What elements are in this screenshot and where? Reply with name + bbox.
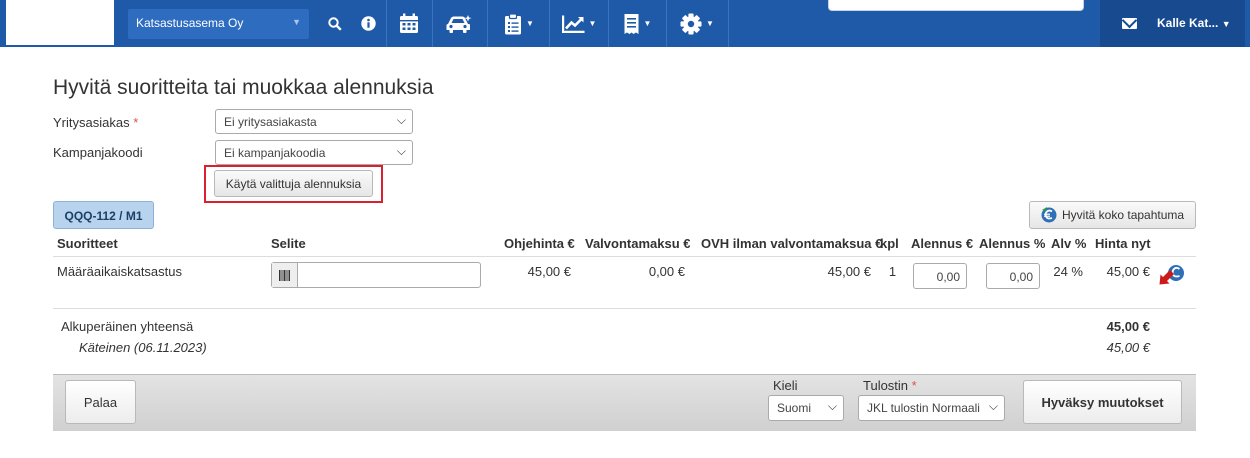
chevron-down-icon: ▼: [1221, 19, 1231, 29]
top-navbar: Katsastusasema Oy ▼ ▼ ▼ ▼ ▼ Kalle Kat...…: [0, 0, 1250, 47]
nav-separator: [666, 0, 667, 47]
row-service: Määräaikaiskatsastus: [57, 264, 182, 279]
back-button[interactable]: Palaa: [65, 380, 136, 424]
col-vat-free-price: OVH ilman valvontamaksua €: [701, 236, 883, 251]
mail-icon[interactable]: [1122, 18, 1137, 29]
clipboard-menu[interactable]: ▼: [497, 0, 541, 47]
company-select[interactable]: Katsastusasema Oy ▼: [128, 9, 309, 39]
company-customer-value: Ei yritysasiakasta: [224, 115, 317, 129]
printer-label: Tulostin *: [863, 378, 917, 393]
row-price-now: 45,00 €: [1106, 264, 1150, 279]
nav-separator: [432, 0, 433, 47]
row-qty: 1: [888, 264, 897, 279]
language-select[interactable]: Suomi ⌵: [768, 395, 844, 421]
col-service: Suoritteet: [57, 236, 118, 251]
discount-pct-input[interactable]: 0,00: [986, 263, 1040, 289]
original-total-label: Alkuperäinen yhteensä: [61, 319, 194, 334]
barcode-icon[interactable]: [272, 263, 298, 287]
credit-whole-event-label: Hyvitä koko tapahtuma: [1062, 208, 1185, 222]
payment-value: 45,00 €: [1106, 340, 1150, 355]
campaign-code-value: Ei kampanjakoodia: [224, 146, 326, 160]
table-divider: [53, 308, 1196, 309]
clipboard-icon: [505, 12, 522, 34]
nav-separator: [386, 0, 387, 47]
chart-icon: [561, 15, 585, 33]
user-name[interactable]: Kalle Kat... ▼: [1157, 16, 1231, 30]
chevron-down-icon: ▼: [526, 19, 534, 28]
row-list-price: 45,00 €: [527, 264, 571, 279]
chevron-down-icon: ⌵: [827, 399, 837, 413]
chevron-down-icon: ▼: [588, 19, 597, 28]
search-icon[interactable]: [324, 0, 346, 47]
company-select-value: Katsastusasema Oy: [136, 16, 244, 30]
global-search-field[interactable]: [828, 0, 1084, 11]
company-customer-label: Yritysasiakas *: [53, 115, 139, 130]
table-divider: [53, 256, 1196, 257]
payment-label: Käteinen (06.11.2023): [79, 340, 207, 355]
row-vat-free-price: 45,00 €: [827, 264, 871, 279]
gear-icon: [680, 13, 702, 34]
credit-whole-event-button[interactable]: Hyvitä koko tapahtuma: [1029, 201, 1196, 229]
receipt-menu[interactable]: ▼: [615, 0, 659, 47]
printer-value: JKL tulostin Normaali: [867, 401, 980, 415]
page-title: Hyvitä suoritteita tai muokkaa alennuksi…: [53, 76, 434, 99]
col-discount-pct: Alennus %: [979, 236, 1046, 251]
chevron-down-icon: ▼: [292, 17, 301, 27]
chevron-down-icon: ▼: [643, 19, 652, 28]
car-icon[interactable]: [440, 0, 478, 47]
discount-eur-input[interactable]: 0,00: [913, 263, 967, 289]
vehicle-tab[interactable]: QQQ-112 / M1: [53, 201, 154, 229]
chevron-down-icon: ⌵: [986, 399, 998, 414]
apply-discounts-button[interactable]: Käytä valittuja alennuksia: [214, 170, 373, 197]
chevron-down-icon: ▼: [706, 19, 714, 28]
col-supervision-fee: Valvontamaksu €: [585, 236, 691, 251]
language-value: Suomi: [777, 401, 812, 415]
credit-icon: [1040, 206, 1058, 227]
printer-select[interactable]: JKL tulostin Normaali ⌵: [858, 395, 1005, 421]
col-discount-eur: Alennus €: [911, 236, 974, 251]
chevron-down-icon: ⌵: [396, 144, 406, 158]
row-supervision-fee: 0,00 €: [648, 264, 685, 279]
col-price-now: Hinta nyt: [1095, 236, 1151, 251]
col-description: Selite: [271, 236, 306, 251]
original-total-value: 45,00 €: [1106, 319, 1150, 334]
campaign-code-select[interactable]: Ei kampanjakoodia ⌵: [215, 140, 413, 165]
nav-separator: [549, 0, 550, 47]
settings-menu[interactable]: ▼: [673, 0, 721, 47]
accept-changes-button[interactable]: Hyväksy muutokset: [1023, 380, 1182, 424]
nav-separator: [728, 0, 729, 47]
calendar-icon[interactable]: [394, 0, 424, 47]
row-vat: 24 %: [1053, 264, 1083, 279]
company-customer-select[interactable]: Ei yritysasiakasta ⌵: [215, 109, 413, 134]
col-qty: kpl: [880, 236, 899, 251]
logo-area[interactable]: [6, 0, 114, 45]
user-menu[interactable]: Kalle Kat... ▼: [1100, 0, 1245, 47]
col-list-price: Ohjehinta €: [504, 236, 575, 251]
chevron-down-icon: ⌵: [396, 113, 406, 127]
nav-separator: [487, 0, 488, 47]
info-icon[interactable]: [358, 0, 378, 47]
language-label: Kieli: [773, 378, 798, 393]
description-input-group[interactable]: [271, 262, 481, 288]
credit-row-icon[interactable]: [1158, 262, 1186, 289]
campaign-code-label: Kampanjakoodi: [53, 145, 143, 160]
chart-menu[interactable]: ▼: [556, 0, 602, 47]
receipt-icon: [624, 13, 639, 34]
col-vat: Alv %: [1051, 236, 1087, 251]
nav-separator: [608, 0, 609, 47]
